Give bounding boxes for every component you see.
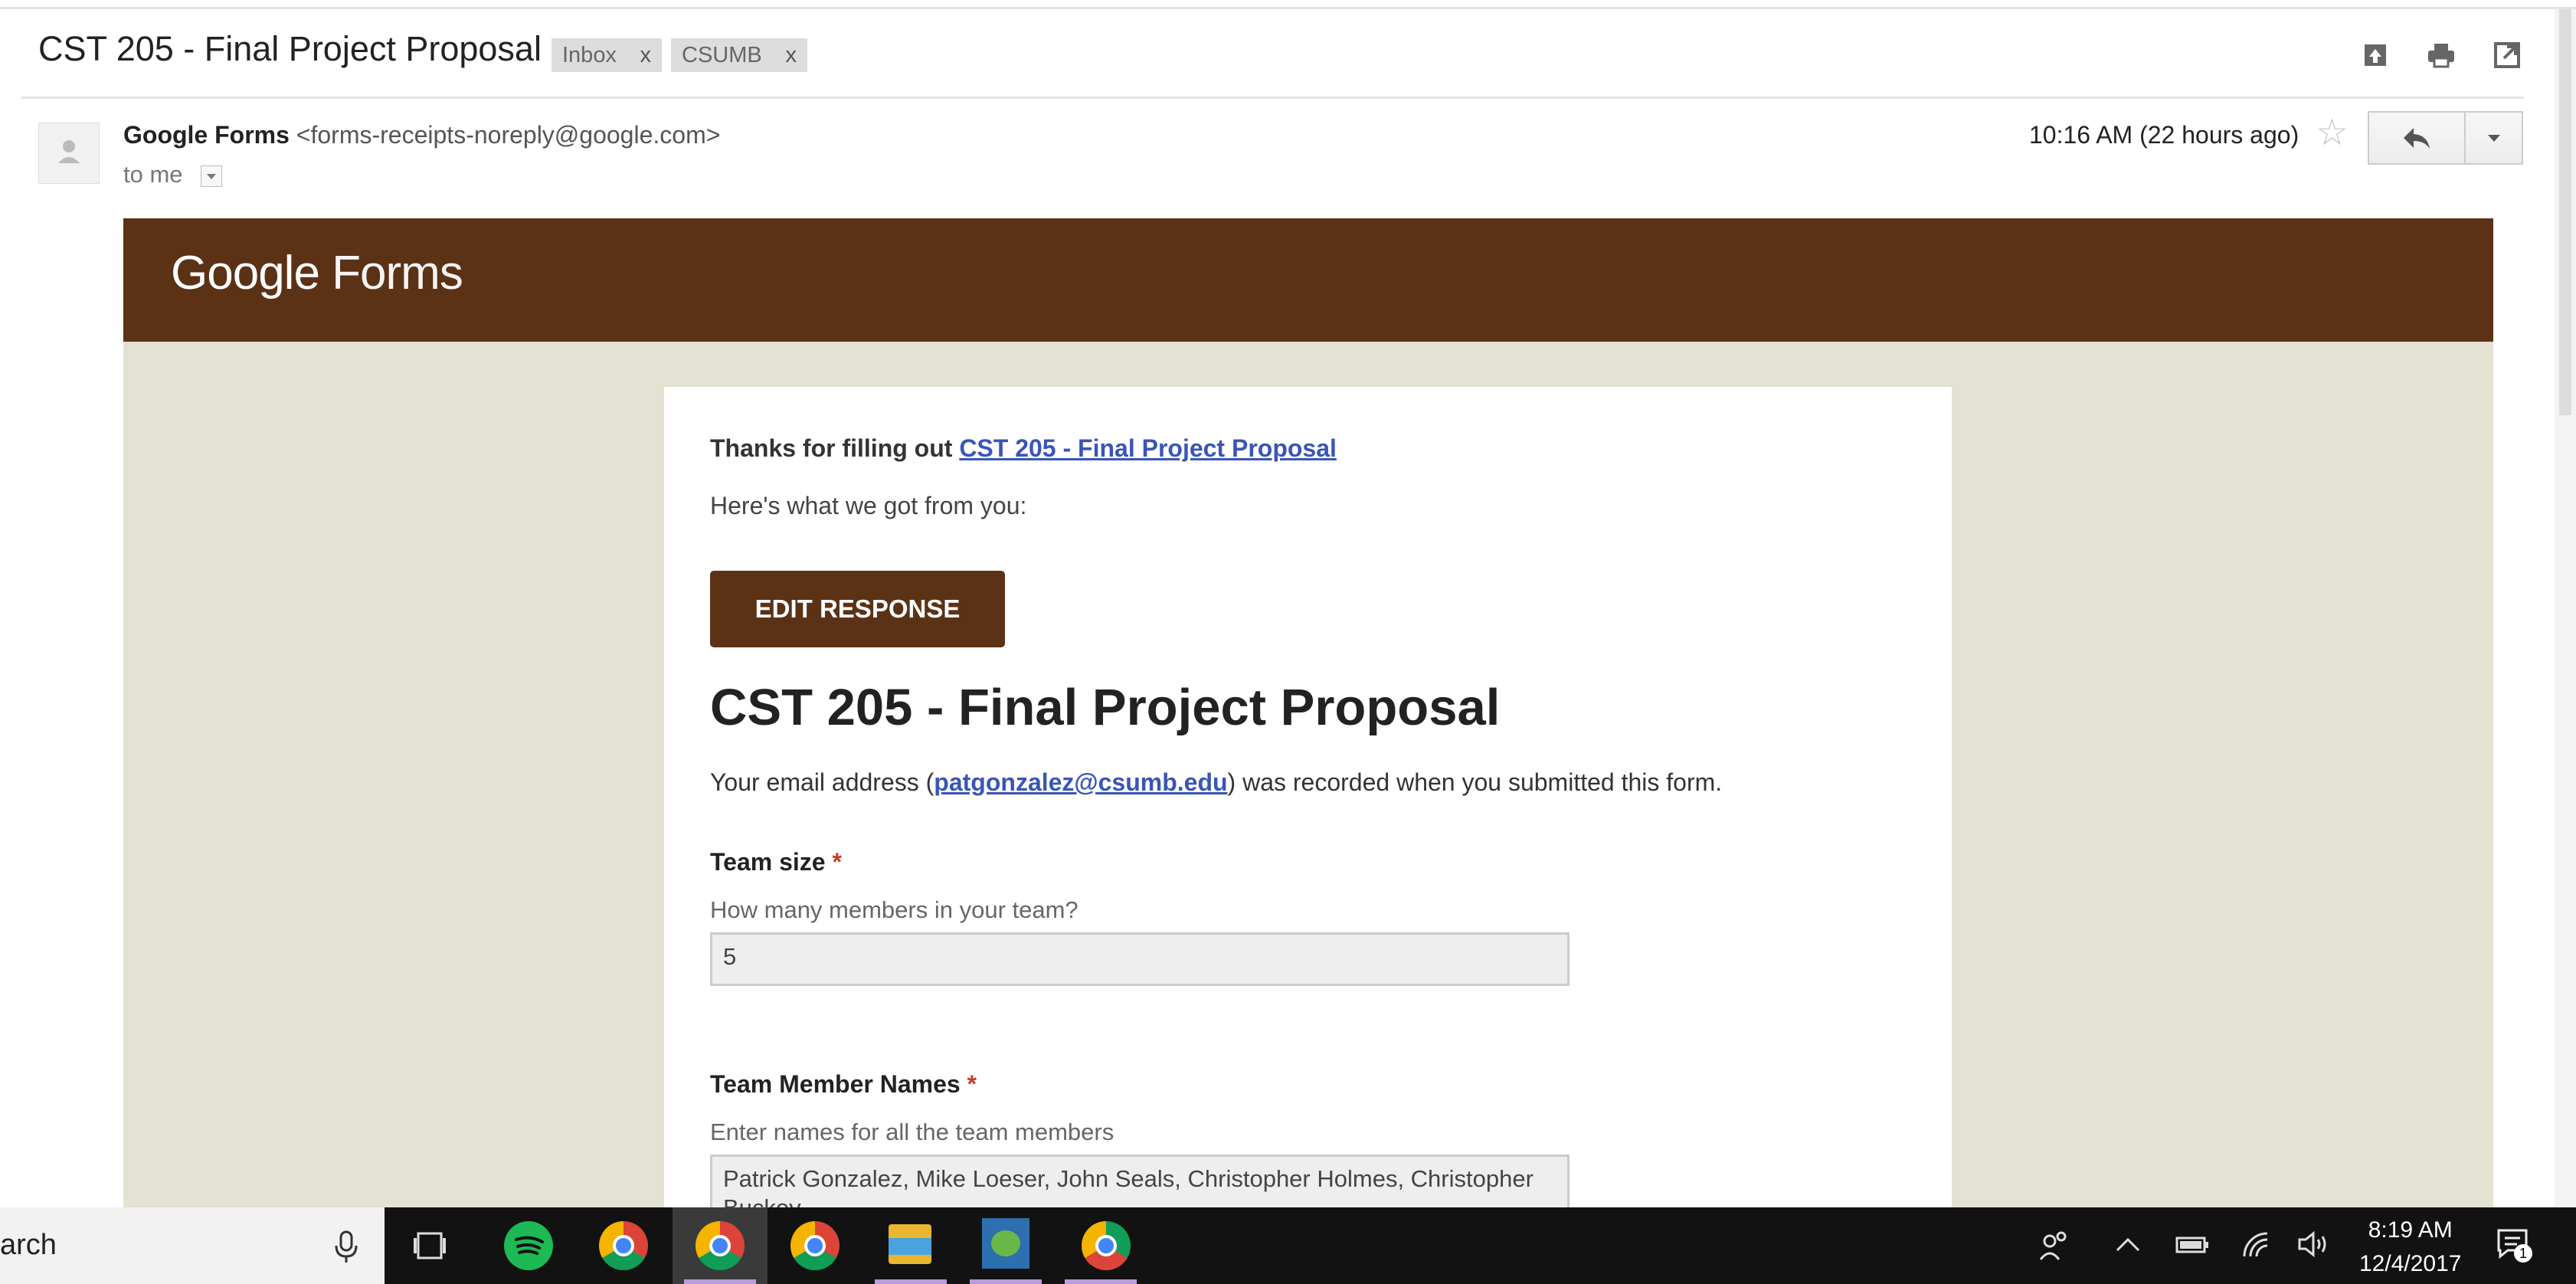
question-label: Team Member Names * [710,1070,977,1099]
header-actions [2360,40,2522,70]
question-title: Team size [710,848,826,876]
note-prefix: Your email address ( [710,768,934,796]
file-explorer-icon[interactable] [889,1224,931,1264]
chrome-profile-icon[interactable] [1082,1221,1131,1270]
recipient-label: to me [123,161,183,188]
brand-google: Google [171,247,320,300]
edit-response-button[interactable]: EDIT RESPONSE [710,571,1005,647]
more-actions-button[interactable] [2466,113,2522,163]
sender-address: <forms-receipts-noreply@google.com> [296,121,721,149]
active-indicator [684,1279,756,1284]
active-indicator [970,1279,1042,1284]
chevron-down-icon [2487,135,2500,142]
required-asterisk: * [967,1070,977,1098]
active-indicator [1065,1279,1137,1284]
email-recorded-note: Your email address (patgonzalez@csumb.ed… [710,768,1722,797]
reply-button[interactable] [2369,113,2466,163]
battery-icon[interactable] [2175,1233,2209,1256]
brand-forms: Forms [332,247,463,300]
sender-line: Google Forms <forms-receipts-noreply@goo… [123,121,720,149]
label-name: CSUMB [682,43,762,67]
microphone-icon[interactable] [331,1230,362,1264]
required-asterisk: * [832,848,842,876]
form-link[interactable]: CST 205 - Final Project Proposal [959,434,1337,462]
clock-time: 8:19 AM [2368,1217,2453,1243]
task-view-icon[interactable] [412,1230,447,1261]
volume-icon[interactable] [2296,1229,2330,1259]
sender-name[interactable]: Google Forms [123,121,290,149]
windows-taskbar: arch 8:19 AM 12/4/2017 1 [0,1207,2576,1284]
sender-avatar [38,123,100,184]
remove-label-button[interactable]: x [640,38,652,72]
taskbar-search-box[interactable]: arch [0,1207,385,1284]
window-top-edge [0,0,2576,9]
remove-label-button[interactable]: x [786,38,797,72]
notification-badge: 1 [2514,1244,2532,1263]
question-label: Team size * [710,848,842,876]
new-window-icon[interactable] [2492,40,2522,70]
email-timestamp: 10:16 AM (22 hours ago) [2029,121,2299,149]
active-indicator [875,1279,947,1284]
spotify-icon[interactable] [504,1221,553,1270]
thanks-line: Thanks for filling out CST 205 - Final P… [710,434,1337,463]
got-text: Here's what we got from you: [710,492,1027,519]
email-subject: CST 205 - Final Project Proposal [38,29,542,68]
action-center-icon[interactable]: 1 [2496,1226,2532,1263]
game-app-icon[interactable] [982,1218,1029,1269]
label-chip-inbox[interactable]: Inbox x [552,38,662,72]
note-suffix: ) was recorded when you submitted this f… [1227,768,1723,796]
recorded-email-link[interactable]: patgonzalez@csumb.edu [934,768,1227,796]
chrome-icon[interactable] [696,1221,745,1270]
chrome-icon[interactable] [599,1221,648,1270]
recipient-details-dropdown[interactable] [201,165,222,187]
people-icon[interactable] [2038,1229,2071,1263]
form-title: CST 205 - Final Project Proposal [710,679,1501,736]
google-forms-banner: Google Forms [123,218,2493,342]
question-title: Team Member Names [710,1070,961,1098]
print-icon[interactable] [2426,40,2457,70]
answer-box: 5 [710,932,1569,986]
reply-icon [2404,128,2430,149]
label-name: Inbox [562,43,617,67]
thanks-text: Thanks for filling out [710,434,960,462]
reply-button-group [2368,111,2523,165]
scrollbar-thumb[interactable] [2559,9,2571,415]
system-clock[interactable]: 8:19 AM 12/4/2017 [2359,1214,2461,1281]
scrollbar[interactable] [2555,9,2576,1207]
google-forms-logo: Google Forms [171,246,463,300]
label-chip-csumb[interactable]: CSUMB x [671,38,807,72]
show-hidden-icons-icon[interactable] [2114,1233,2142,1256]
clock-date: 12/4/2017 [2359,1251,2462,1276]
chrome-icon[interactable] [790,1221,840,1270]
form-response-card: Thanks for filling out CST 205 - Final P… [664,387,1952,1284]
header-divider [21,97,2524,99]
question-help: How many members in your team? [710,896,1079,923]
star-icon[interactable]: ☆ [2316,115,2349,152]
search-text: arch [0,1229,57,1261]
question-help: Enter names for all the team members [710,1119,1115,1145]
archive-icon[interactable] [2360,40,2391,70]
wifi-icon[interactable] [2240,1229,2270,1259]
